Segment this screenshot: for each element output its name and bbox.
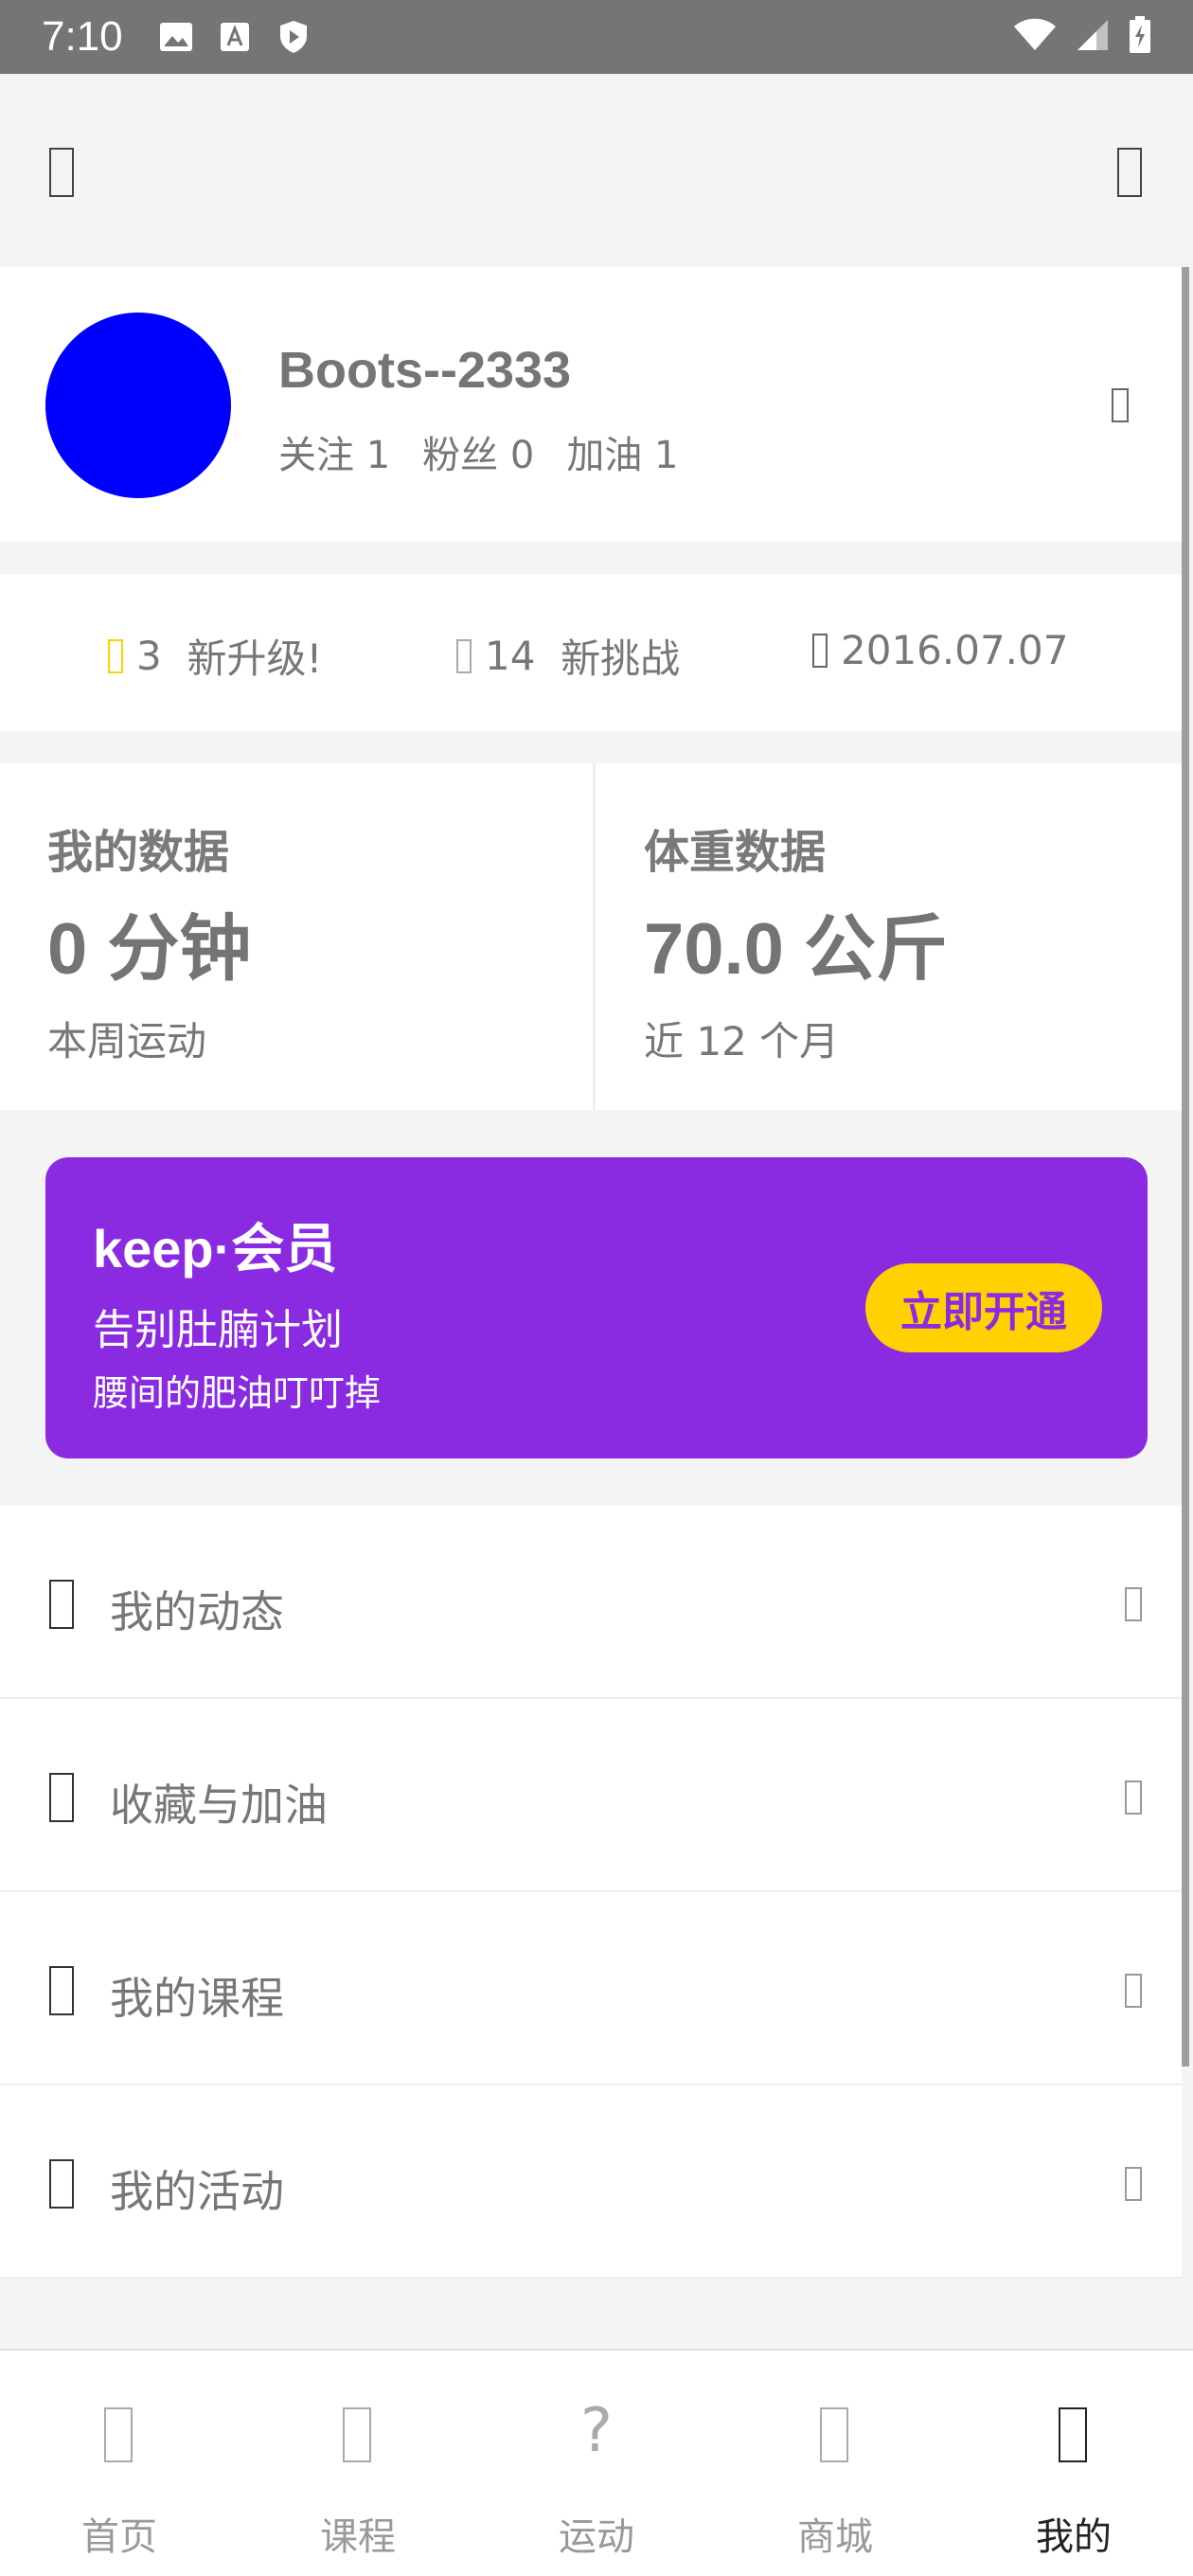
stat-challenge-value: 14 <box>485 633 536 679</box>
profile-header[interactable]: Boots--2333 关注 1 粉丝 0 加油 1 <box>0 267 1182 542</box>
weight-data-card[interactable]: 体重数据 70.0 公斤 近 12 个月 <box>596 763 1182 1110</box>
status-bar: 7:10 <box>0 0 1193 74</box>
scan-icon[interactable] <box>49 148 74 197</box>
membership-banner[interactable]: keep·会员 告别肚腩计划 腰间的肥油叮叮掉 立即开通 <box>45 1157 1148 1458</box>
membership-title: 告别肚腩计划 <box>93 1306 343 1354</box>
bottom-tab-bar: 首页 课程 ? 运动 商城 我的 <box>0 2349 1193 2576</box>
chevron-right-icon <box>1112 388 1129 422</box>
tab-home[interactable]: 首页 <box>0 2351 239 2576</box>
weight-data-sub: 近 12 个月 <box>644 1018 840 1064</box>
challenge-icon <box>456 638 472 673</box>
chevron-right-icon <box>1125 2167 1142 2201</box>
tab-label: 我的 <box>1036 2515 1112 2559</box>
tab-label: 运动 <box>559 2515 634 2559</box>
card-divider <box>593 763 596 1110</box>
my-data-value: 0 分钟 <box>47 909 252 990</box>
weight-data-value: 70.0 公斤 <box>644 909 949 990</box>
chevron-right-icon <box>1125 1587 1142 1621</box>
shield-play-icon <box>276 20 311 54</box>
open-membership-button[interactable]: 立即开通 <box>865 1263 1102 1352</box>
store-icon <box>820 2407 848 2462</box>
scrollbar[interactable] <box>1182 267 1189 2066</box>
weight-data-title: 体重数据 <box>644 826 827 879</box>
cheer-count[interactable]: 加油 1 <box>566 424 678 479</box>
course-icon <box>343 2407 371 2462</box>
menu-item-label: 我的课程 <box>110 1973 284 2024</box>
stat-upgrade-value: 3 <box>136 633 162 679</box>
my-data-card[interactable]: 我的数据 0 分钟 本周运动 <box>0 763 593 1110</box>
favorite-icon <box>49 1773 74 1822</box>
menu-item-label: 我的动态 <box>110 1586 284 1637</box>
status-right-icons <box>1013 0 1151 74</box>
level-up-icon <box>108 638 123 673</box>
wifi-icon <box>1013 18 1057 56</box>
stat-upgrade-text: 新升级! <box>187 635 323 682</box>
stat-date[interactable]: 2016.07.07 <box>812 627 1068 673</box>
chevron-right-icon <box>1125 1780 1142 1815</box>
activity-icon <box>49 2159 74 2209</box>
tab-mine[interactable]: 我的 <box>954 2351 1193 2576</box>
course-icon <box>49 1966 74 2015</box>
avatar[interactable] <box>45 313 231 498</box>
follow-count[interactable]: 关注 1 <box>278 424 390 479</box>
status-left-icons <box>159 20 311 54</box>
stat-date-text: 2016.07.07 <box>841 627 1069 673</box>
username: Boots--2333 <box>278 342 572 399</box>
a-icon <box>218 20 252 54</box>
settings-icon[interactable] <box>1117 148 1142 197</box>
home-icon <box>104 2407 133 2462</box>
tab-courses[interactable]: 课程 <box>239 2351 477 2576</box>
menu-item-my-posts[interactable]: 我的动态 <box>0 1506 1182 1699</box>
profile-icon <box>1059 2407 1087 2462</box>
stat-challenge[interactable]: 14 新挑战 <box>456 627 680 685</box>
battery-icon <box>1129 16 1151 58</box>
chevron-right-icon <box>1125 1974 1142 2008</box>
my-data-sub: 本周运动 <box>47 1018 207 1064</box>
exercise-icon: ? <box>580 2396 613 2466</box>
posts-icon <box>49 1580 74 1629</box>
tab-label: 课程 <box>320 2515 396 2559</box>
menu-item-my-activities[interactable]: 我的活动 <box>0 2085 1182 2279</box>
data-cards: 我的数据 0 分钟 本周运动 体重数据 70.0 公斤 近 12 个月 <box>0 763 1182 1110</box>
membership-brand: keep·会员 <box>93 1219 338 1279</box>
my-data-title: 我的数据 <box>47 826 230 879</box>
stat-upgrade[interactable]: 3 新升级! <box>108 627 322 685</box>
membership-subtitle: 腰间的肥油叮叮掉 <box>93 1372 382 1414</box>
menu-list: 我的动态 收藏与加油 我的课程 我的活动 <box>0 1506 1182 2279</box>
menu-item-my-courses[interactable]: 我的课程 <box>0 1892 1182 2085</box>
calendar-icon <box>812 633 828 668</box>
tab-exercise[interactable]: ? 运动 <box>477 2351 716 2576</box>
social-counts: 关注 1 粉丝 0 加油 1 <box>278 424 679 479</box>
tab-label: 商城 <box>797 2515 873 2559</box>
stats-strip: 3 新升级! 14 新挑战 2016.07.07 <box>0 574 1182 731</box>
tab-store[interactable]: 商城 <box>716 2351 954 2576</box>
menu-item-label: 我的活动 <box>110 2166 284 2217</box>
stat-challenge-text: 新挑战 <box>561 635 681 682</box>
top-bar <box>0 74 1193 265</box>
status-time: 7:10 <box>42 13 123 60</box>
menu-item-favorites[interactable]: 收藏与加油 <box>0 1699 1182 1892</box>
signal-icon <box>1076 18 1110 56</box>
fans-count[interactable]: 粉丝 0 <box>422 424 534 479</box>
image-icon <box>159 20 193 54</box>
tab-label: 首页 <box>81 2515 157 2559</box>
menu-item-label: 收藏与加油 <box>110 1780 328 1831</box>
